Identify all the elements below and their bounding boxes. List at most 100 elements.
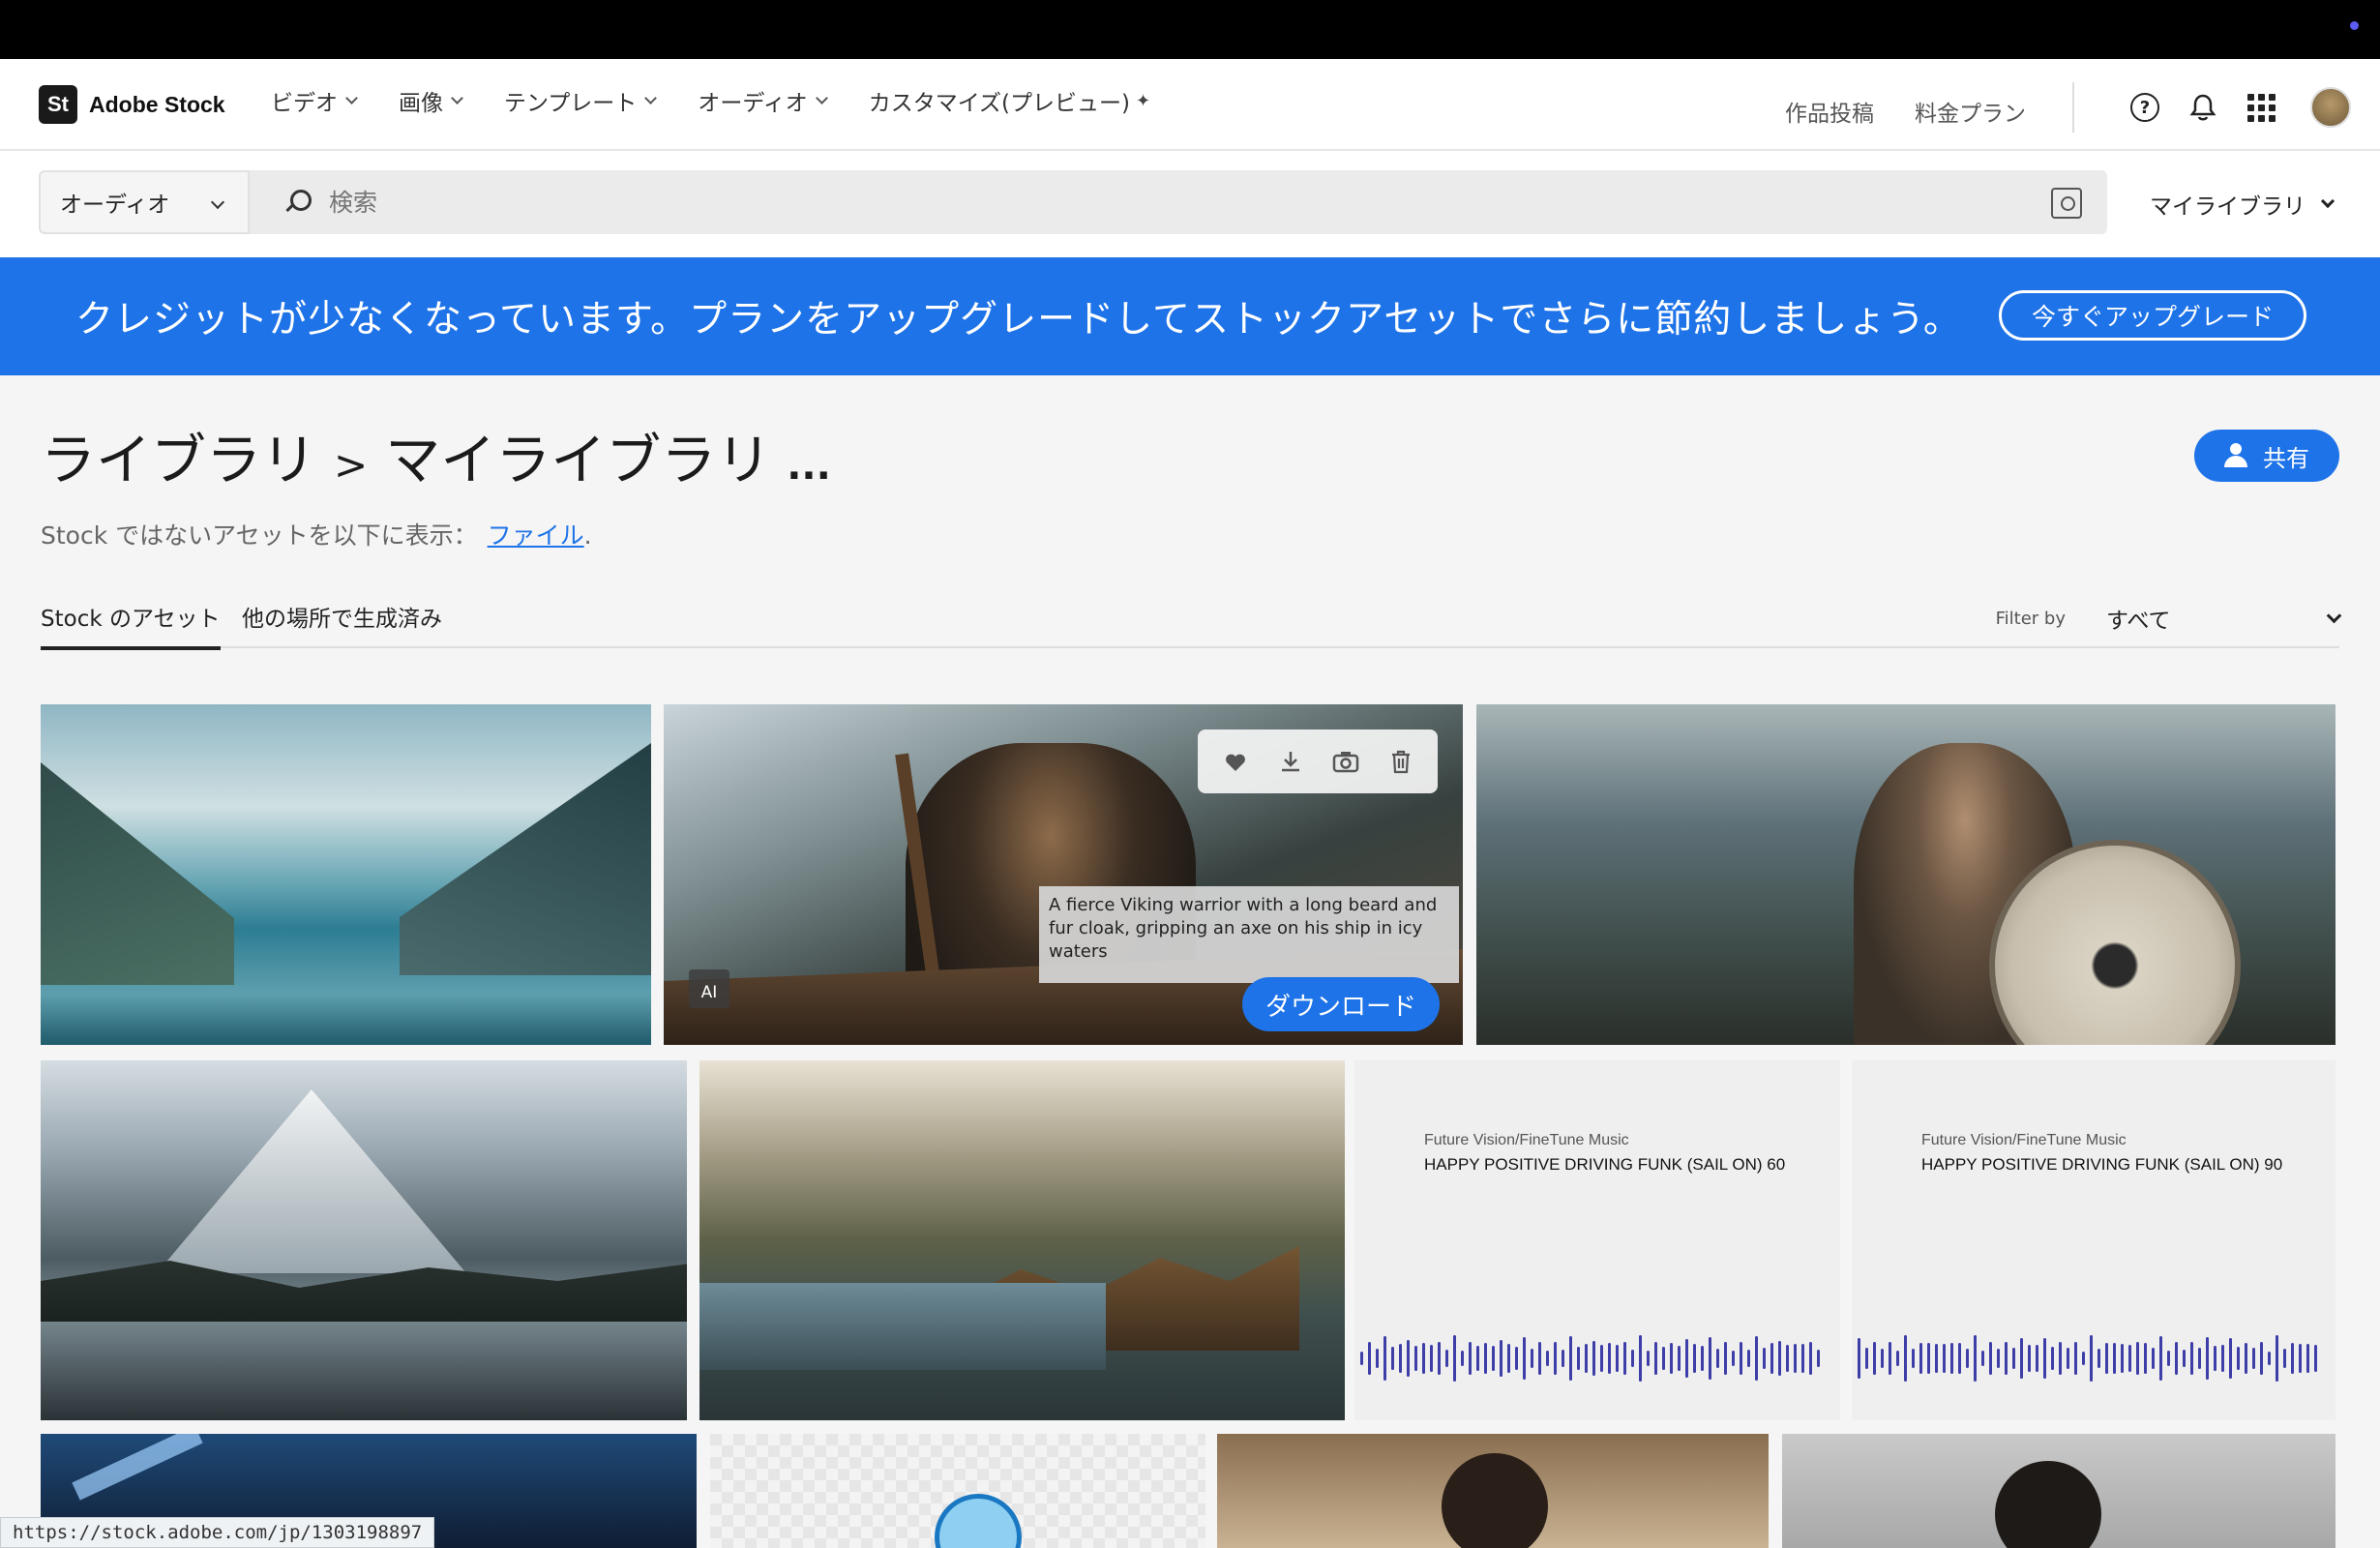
waveform-bar <box>1368 1341 1371 1376</box>
waveform-bar <box>1943 1344 1946 1373</box>
audio-artist: Future Vision/FineTune Music <box>1921 1132 2127 1148</box>
chevron-down-icon <box>815 91 828 104</box>
filter-dropdown[interactable]: Filter by すべて <box>1996 602 2342 635</box>
waveform-bar <box>2020 1337 2023 1380</box>
avatar[interactable] <box>2310 87 2351 128</box>
waveform-bar <box>1801 1344 1804 1373</box>
search-category-select[interactable]: オーディオ <box>39 170 250 234</box>
logo-text: Adobe Stock <box>89 91 225 117</box>
waveform-bar <box>1414 1345 1417 1372</box>
low-credit-banner: クレジットが少なくなっています。プランをアップグレードしてストックアセットでさら… <box>0 257 2380 375</box>
waveform-bar <box>1592 1340 1595 1377</box>
waveform-bar <box>2113 1343 2116 1374</box>
tab-stock-assets[interactable]: Stock のアセット <box>41 600 221 650</box>
search-bar <box>250 170 2107 234</box>
nav-customize[interactable]: カスタマイズ(プレビュー) ✦ <box>869 84 1150 117</box>
breadcrumb-root[interactable]: ライブラリ <box>41 416 316 495</box>
logo-mark: St <box>39 85 77 124</box>
waveform-bar <box>1858 1337 1860 1380</box>
files-link[interactable]: ファイル <box>488 521 584 550</box>
waveform-bar <box>2128 1344 2131 1373</box>
nav-templates[interactable]: テンプレート <box>504 84 658 117</box>
upgrade-now-button[interactable]: 今すぐアップグレード <box>1999 290 2306 341</box>
waveform-bar <box>2221 1344 2224 1373</box>
waveform-bar <box>2005 1342 2008 1375</box>
nav-audio[interactable]: オーディオ <box>698 84 828 117</box>
notifications-button[interactable] <box>2187 91 2219 124</box>
audio-title: HAPPY POSITIVE DRIVING FUNK (SAIL ON) 60 <box>1424 1155 1786 1174</box>
waveform-bar <box>2105 1342 2108 1375</box>
waveform-bar <box>1989 1341 1992 1376</box>
waveform-bar <box>1554 1341 1557 1376</box>
contributor-link[interactable]: 作品投稿 <box>1785 95 1874 128</box>
waveform-bar <box>2059 1342 2062 1375</box>
waveform-bar <box>1383 1336 1386 1381</box>
waveform-bar <box>1981 1351 1984 1366</box>
waveform-bar <box>1438 1342 1441 1375</box>
asset-tile-shieldmaiden[interactable] <box>1476 704 2335 1045</box>
waveform-bar <box>1562 1349 1564 1368</box>
nav-images-label: 画像 <box>399 91 443 116</box>
site-header: St Adobe Stock ビデオ 画像 テンプレート オーディオ カスタマイ… <box>0 59 2380 151</box>
waveform-bar <box>2299 1343 2302 1374</box>
asset-tile-fjord[interactable] <box>41 704 651 1045</box>
waveform-bar <box>1422 1343 1425 1374</box>
nav-video[interactable]: ビデオ <box>271 84 358 117</box>
asset-tile-snow-village[interactable] <box>41 1060 687 1420</box>
search-icon <box>284 190 312 215</box>
nav-templates-label: テンプレート <box>504 91 638 116</box>
waveform-bar <box>1577 1347 1580 1370</box>
heart-icon[interactable] <box>1222 748 1249 775</box>
waveform-bar <box>1912 1348 1915 1369</box>
waveform-bar <box>2214 1345 2216 1372</box>
waveform-bar <box>1889 1341 1891 1376</box>
nav-images[interactable]: 画像 <box>399 84 463 117</box>
apps-button[interactable] <box>2245 91 2277 124</box>
my-library-label: マイライブラリ <box>2150 194 2306 220</box>
chevron-down-icon <box>2320 194 2335 209</box>
waveform-bar <box>1484 1343 1487 1374</box>
waveform-bar <box>2306 1343 2309 1374</box>
waveform-bar <box>1531 1349 1533 1368</box>
asset-tabs: Stock のアセット 他の場所で生成済み Filter by すべて <box>41 600 2342 650</box>
waveform-bar <box>2121 1344 2124 1373</box>
camera-icon[interactable] <box>1332 748 1359 775</box>
waveform-bar <box>2229 1338 2232 1379</box>
asset-tile-illustration[interactable] <box>710 1434 1205 1548</box>
non-stock-note-text: Stock ではないアセットを以下に表示： <box>41 521 478 550</box>
tab-generated-elsewhere[interactable]: 他の場所で生成済み <box>242 600 442 646</box>
trash-icon[interactable] <box>1387 748 1414 775</box>
waveform-bar <box>1786 1345 1789 1372</box>
waveform-bar <box>2159 1335 2162 1382</box>
waveform-bar <box>2198 1348 2201 1369</box>
download-icon[interactable] <box>1277 748 1304 775</box>
my-library-dropdown[interactable]: マイライブラリ <box>2150 188 2335 221</box>
adobe-stock-logo[interactable]: St Adobe Stock <box>39 85 225 124</box>
waveform[interactable] <box>1858 1333 2332 1384</box>
waveform-bar <box>2190 1342 2193 1375</box>
search-category-value: オーディオ <box>60 193 170 218</box>
asset-tile-fjord-village[interactable] <box>699 1060 1345 1420</box>
share-button[interactable]: 共有 <box>2194 430 2339 482</box>
audio-tile-funk-90[interactable]: Future Vision/FineTune Music HAPPY POSIT… <box>1852 1060 2335 1420</box>
asset-tile-viking-warrior[interactable]: A fierce Viking warrior with a long bear… <box>664 704 1463 1045</box>
waveform[interactable] <box>1360 1333 1834 1384</box>
visual-search-icon[interactable] <box>2051 188 2082 219</box>
help-button[interactable]: ? <box>2128 91 2161 124</box>
audio-artist: Future Vision/FineTune Music <box>1424 1132 1629 1148</box>
more-options-button[interactable]: ... <box>787 444 831 489</box>
waveform-bar <box>1716 1348 1719 1369</box>
waveform-bar <box>1600 1345 1603 1372</box>
waveform-bar <box>1569 1336 1572 1381</box>
waveform-bar <box>1500 1339 1502 1378</box>
non-stock-note: Stock ではないアセットを以下に表示： ファイル. <box>41 517 592 551</box>
download-button[interactable]: ダウンロード <box>1242 977 1440 1031</box>
asset-tile-office-person[interactable] <box>1782 1434 2335 1548</box>
search-input[interactable] <box>329 188 1974 217</box>
audio-tile-funk-60[interactable]: Future Vision/FineTune Music HAPPY POSIT… <box>1354 1060 1840 1420</box>
waveform-bar <box>2082 1351 2085 1366</box>
waveform-bar <box>1662 1346 1665 1371</box>
pricing-link[interactable]: 料金プラン <box>1915 95 2026 128</box>
waveform-bar <box>1399 1343 1402 1374</box>
asset-tile-office-man[interactable] <box>1217 1434 1769 1548</box>
